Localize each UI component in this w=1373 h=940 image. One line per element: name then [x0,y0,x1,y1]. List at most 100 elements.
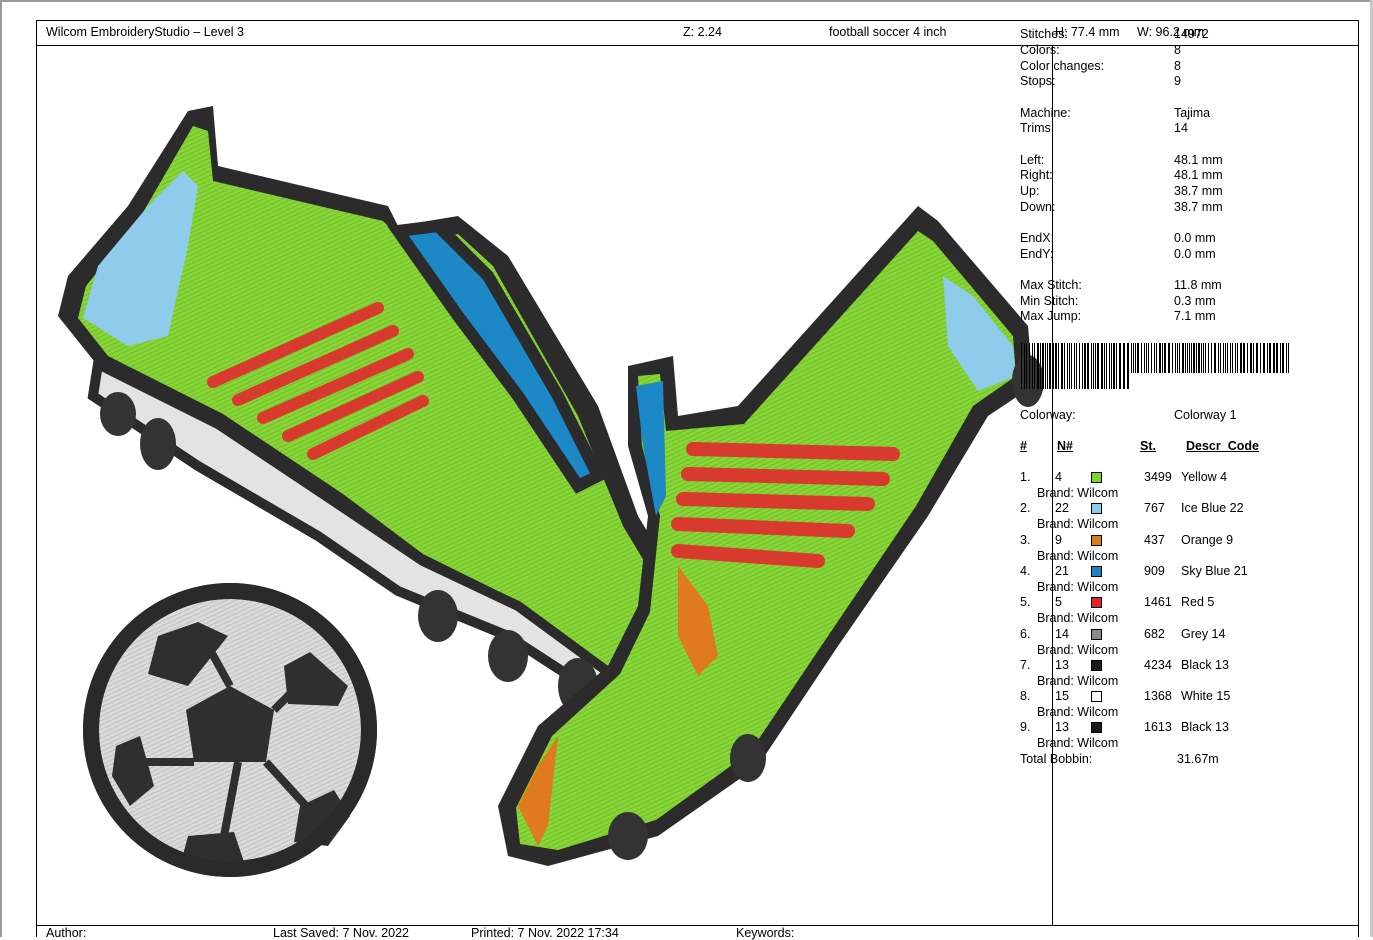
thread-color-swatch [1091,722,1102,734]
thread-color-swatch [1091,534,1102,546]
stat-label: Min Stitch: [1020,294,1079,308]
barcode-bar [1211,343,1212,373]
barcode-bar [1280,343,1281,373]
window-left-edge [0,0,2,937]
barcode-bar [1042,343,1044,389]
thread-stitches: 1461 [1144,595,1172,610]
barcode-bar [1156,343,1157,373]
barcode-bar [1069,343,1070,389]
barcode-bar [1179,343,1180,373]
thread-stitches: 909 [1144,563,1165,578]
thread-number: 13 [1055,720,1069,735]
barcode-bar [1227,343,1228,373]
thread-index: 8. [1020,689,1031,704]
barcode-bar [1111,343,1112,389]
barcode [1021,343,1289,389]
stat-label: Stitches: [1020,27,1068,41]
stat-label: Max Jump: [1020,309,1082,323]
zoom-level: Z: 2.24 [683,25,722,39]
barcode-bar [1095,343,1096,389]
thread-number: 22 [1055,501,1069,516]
thread-color-swatch [1091,597,1102,609]
stat-label: Max Stitch: [1020,278,1082,292]
stat-label: Down: [1020,200,1056,214]
thread-stitches: 767 [1144,501,1165,516]
barcode-bar [1191,343,1192,373]
stat-value: 48.1 mm [1174,153,1223,167]
barcode-bar [1256,343,1258,373]
barcode-bar [1286,343,1287,373]
colorway-label: Colorway: [1020,408,1076,422]
barcode-bar [1093,343,1094,389]
barcode-bar [1225,343,1226,373]
last-saved: Last Saved: 7 Nov. 2022 [273,926,409,940]
stat-value: 11.8 mm [1174,278,1222,292]
barcode-bar [1087,343,1089,389]
stat-label: Right: [1020,168,1053,182]
stat-label: EndY: [1020,247,1054,261]
stat-value: 48.1 mm [1174,168,1223,182]
barcode-bar [1198,343,1200,373]
thread-brand: Brand: Wilcom [1037,736,1119,751]
thread-description: Red 5 [1181,595,1215,610]
barcode-bar [1208,343,1209,373]
barcode-bar [1109,343,1110,389]
thread-color-swatch [1091,628,1102,640]
barcode-bar [1172,343,1173,373]
barcode-bar [1218,343,1219,373]
app-title: Wilcom EmbroideryStudio – Level 3 [46,25,244,39]
thread-number: 4 [1055,470,1062,484]
thread-header-number: N# [1057,439,1073,453]
thread-row: 5. 5 1461 Red 5 Brand: Wilcom [1020,595,1320,626]
barcode-bar [1032,343,1033,389]
barcode-bar [1127,343,1129,389]
barcode-bar [1232,343,1233,373]
thread-description: Orange 9 [1181,532,1234,547]
printed-date: Printed: 7 Nov. 2022 17:34 [471,926,619,940]
thread-number: 21 [1055,563,1069,578]
stat-value: 38.7 mm [1174,200,1223,214]
barcode-bar [1034,343,1035,389]
barcode-bar [1116,343,1117,389]
stat-value: 14 [1174,121,1188,135]
thread-row: 8. 15 1368 White 15 Brand: Wilcom [1020,689,1320,720]
barcode-bar [1045,343,1046,389]
stat-value: 0.3 mm [1174,294,1216,308]
embroidery-design-preview [58,106,1044,877]
thread-index: 5. [1020,595,1031,610]
thread-number: 13 [1055,657,1069,672]
barcode-bar [1164,343,1166,373]
barcode-bar [1029,343,1030,389]
thread-description: Black 13 [1181,657,1229,672]
barcode-bar [1055,343,1057,389]
thread-row: 4. 21 909 Sky Blue 21 Brand: Wilcom [1020,564,1320,595]
barcode-bar [1193,343,1195,373]
thread-row: 7. 13 4234 Black 13 Brand: Wilcom [1020,658,1320,689]
barcode-bar [1091,343,1092,389]
barcode-bar [1240,343,1242,373]
barcode-bar [1123,343,1125,389]
barcode-bar [1040,343,1041,389]
thread-color-swatch [1091,565,1102,577]
thread-description: Sky Blue 21 [1181,563,1248,578]
barcode-bar [1026,343,1027,389]
stat-value: 8 [1174,59,1181,73]
barcode-bar [1205,343,1206,373]
barcode-bar [1053,343,1054,389]
thread-description: Grey 14 [1181,626,1226,641]
thread-header-index: # [1020,439,1027,453]
stat-value: 0.0 mm [1174,231,1216,245]
thread-index: 6. [1020,626,1031,641]
barcode-bar [1119,343,1121,389]
thread-color-swatch [1091,659,1102,671]
barcode-bar [1288,343,1289,373]
thread-row: 2. 22 767 Ice Blue 22 Brand: Wilcom [1020,501,1320,532]
thread-description: Yellow 4 [1181,470,1228,484]
stat-value: 38.7 mm [1174,184,1223,198]
thread-number: 15 [1055,689,1069,704]
barcode-bar [1235,343,1236,373]
thread-number: 9 [1055,532,1062,547]
barcode-bar [1175,343,1176,373]
stat-value: 8 [1174,43,1181,57]
stat-label: Left: [1020,153,1045,167]
